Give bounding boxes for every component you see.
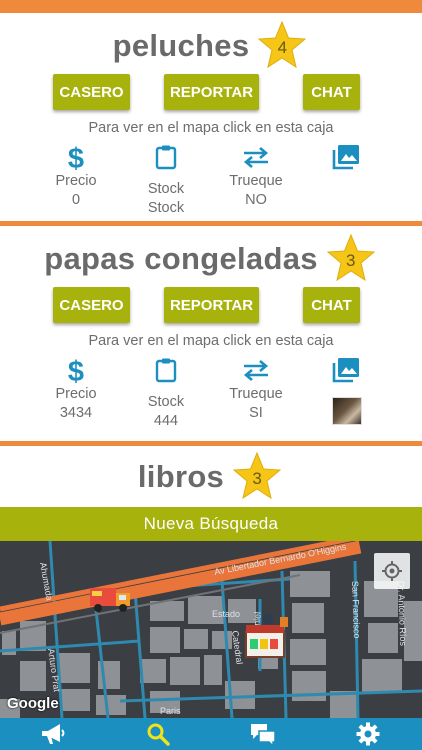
tab-settings[interactable] bbox=[338, 718, 398, 750]
listing-title-row: libros 3 bbox=[0, 451, 422, 503]
rating-value: 4 bbox=[277, 38, 288, 57]
listing-title: papas congeladas bbox=[44, 241, 318, 276]
trueque-value: NO bbox=[245, 192, 267, 208]
price-column: $ Precio 3434 bbox=[31, 355, 121, 423]
rating-value: 3 bbox=[252, 469, 262, 488]
stock-label: Stock bbox=[147, 181, 185, 197]
clipboard-icon bbox=[121, 355, 211, 385]
svg-text:$: $ bbox=[68, 356, 84, 384]
listing-title-row: papas congeladas 3 bbox=[0, 233, 422, 285]
rating-value: 3 bbox=[346, 251, 356, 270]
stock-label: Stock bbox=[147, 394, 185, 410]
map-hint-text[interactable]: Para ver en el mapa click en esta caja bbox=[0, 120, 422, 136]
tab-announcements[interactable] bbox=[23, 718, 83, 750]
gear-icon[interactable] bbox=[356, 722, 380, 746]
new-search-button[interactable]: Nueva Búsqueda bbox=[0, 507, 422, 541]
stock-column: Stock 444 bbox=[121, 355, 211, 431]
stock-column: Stock Stock bbox=[121, 142, 211, 218]
price-label: Precio bbox=[55, 386, 97, 402]
megaphone-icon[interactable] bbox=[40, 722, 66, 746]
price-value: 0 bbox=[71, 192, 81, 208]
listing-card[interactable]: papas congeladas 3 CASERO REPORTAR CHAT … bbox=[0, 226, 422, 441]
swap-arrows-icon bbox=[211, 355, 301, 385]
trueque-label: Trueque bbox=[229, 173, 283, 189]
map-hint-text[interactable]: Para ver en el mapa click en esta caja bbox=[0, 333, 422, 349]
trueque-value: SI bbox=[249, 405, 263, 421]
rating-star: 3 bbox=[230, 451, 284, 503]
reportar-button[interactable]: REPORTAR bbox=[164, 74, 259, 110]
svg-text:$: $ bbox=[68, 143, 84, 171]
listing-title-row: peluches 4 bbox=[0, 20, 422, 72]
stock-value: 444 bbox=[153, 413, 179, 429]
street-label: Estado bbox=[212, 609, 240, 619]
photos-column[interactable] bbox=[301, 142, 391, 172]
chat-icon[interactable] bbox=[249, 722, 277, 746]
swap-arrows-icon bbox=[211, 142, 301, 172]
street-label: Paris bbox=[160, 706, 181, 716]
dollar-icon: $ bbox=[31, 142, 121, 172]
reportar-button[interactable]: REPORTAR bbox=[164, 287, 259, 323]
photo-library-icon[interactable] bbox=[301, 142, 391, 172]
photos-column[interactable] bbox=[301, 355, 391, 385]
photo-library-icon[interactable] bbox=[301, 355, 391, 385]
bottom-tab-bar bbox=[0, 718, 422, 750]
tab-chats[interactable] bbox=[233, 718, 293, 750]
trueque-label: Trueque bbox=[229, 386, 283, 402]
dollar-icon: $ bbox=[31, 355, 121, 385]
listing-card[interactable]: peluches 4 CASERO REPORTAR CHAT Para ver… bbox=[0, 13, 422, 221]
casero-button[interactable]: CASERO bbox=[53, 287, 130, 323]
trueque-column: Trueque NO bbox=[211, 142, 301, 210]
trueque-column: Trueque SI bbox=[211, 355, 301, 423]
price-column: $ Precio 0 bbox=[31, 142, 121, 210]
google-attribution: Google bbox=[7, 695, 59, 712]
price-label: Precio bbox=[55, 173, 97, 189]
listing-card[interactable]: libros 3 bbox=[0, 446, 422, 507]
rating-star: 4 bbox=[255, 20, 309, 72]
crosshair-icon[interactable] bbox=[381, 560, 403, 582]
product-photo-thumbnail[interactable] bbox=[332, 397, 362, 425]
listing-title: peluches bbox=[112, 28, 250, 63]
street-label: San Francisco bbox=[350, 581, 362, 639]
listing-title: libros bbox=[137, 459, 225, 494]
my-location-button[interactable] bbox=[374, 553, 410, 589]
search-icon[interactable] bbox=[146, 722, 170, 746]
rating-star: 3 bbox=[324, 233, 378, 285]
map-view[interactable]: Av Libertador Bernardo O'Higgins Estado … bbox=[0, 541, 422, 718]
chat-button[interactable]: CHAT bbox=[303, 74, 360, 110]
clipboard-icon bbox=[121, 142, 211, 172]
stock-value: Stock bbox=[147, 200, 185, 216]
price-value: 3434 bbox=[59, 405, 93, 421]
chat-button[interactable]: CHAT bbox=[303, 287, 360, 323]
map-canvas[interactable]: Av Libertador Bernardo O'Higgins Estado … bbox=[0, 541, 422, 718]
casero-button[interactable]: CASERO bbox=[53, 74, 130, 110]
top-accent-bar bbox=[0, 0, 422, 13]
tab-search[interactable] bbox=[128, 718, 188, 750]
